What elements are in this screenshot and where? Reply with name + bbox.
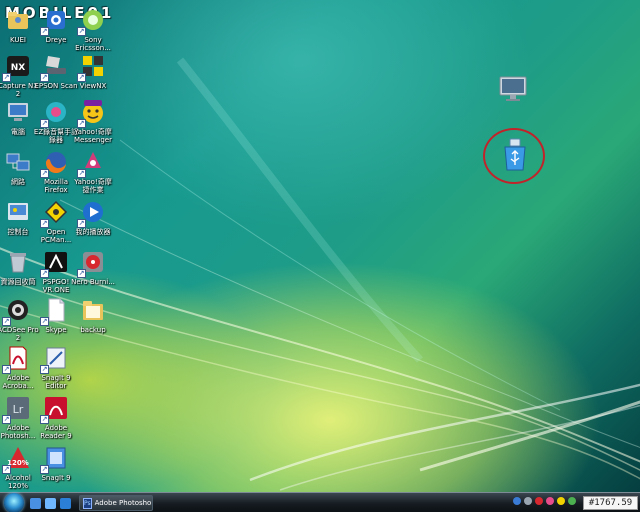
network-icon: [4, 148, 32, 176]
ez-recorder-icon: ↗: [40, 98, 70, 128]
svg-text:Lr: Lr: [13, 403, 24, 416]
taskbar-button-label: Adobe Photoshop ...: [94, 499, 153, 507]
desktop-icon-label: Nero Burni...: [71, 278, 115, 286]
tray-security-icon[interactable]: [535, 497, 543, 505]
quick-launch: [30, 497, 71, 509]
taskbar: Ps Adobe Photoshop ...: [0, 492, 640, 512]
pspgo-icon: ↗: [40, 248, 70, 278]
switch-windows-icon[interactable]: [45, 497, 56, 509]
lightroom-icon: Lr ↗: [2, 394, 32, 424]
desktop-icon-display[interactable]: [490, 74, 536, 104]
desktop-icon-sony-ericsson[interactable]: ↗ Sony Ericsson...: [70, 6, 116, 52]
viewnx-icon: ↗: [77, 52, 107, 82]
capture-nx2-icon: NX ↗: [2, 52, 32, 82]
tray-yahoo-icon[interactable]: [557, 497, 565, 505]
internet-explorer-icon[interactable]: [60, 497, 71, 509]
desktop-icon-label: Yahoo!奇摩 捷作業: [74, 178, 112, 194]
desktop-icon-viewnx[interactable]: ↗ ViewNX: [70, 52, 116, 90]
nero-icon: ↗: [77, 248, 107, 278]
desktop-icon-snagit-editor[interactable]: ↗ SnagIt 9 Editor: [33, 344, 79, 390]
desktop-icon-label: 我的播放器: [75, 228, 111, 236]
desktop-icon-yahoo-messenger[interactable]: ↗ Yahoo!奇摩 Messenger: [70, 98, 116, 144]
photoshop-icon: Ps: [83, 497, 92, 509]
firefox-icon: ↗: [40, 148, 70, 178]
pcman-icon: ↗: [40, 198, 70, 228]
desktop[interactable]: MOBILE01 KUEI ↗ Dreye ↗ Sony Ericsson...…: [0, 0, 640, 512]
control-panel-icon: [4, 198, 32, 226]
desktop-icon-adobe-reader[interactable]: ↗ Adobe Reader 9: [33, 394, 79, 440]
document-icon: ↗: [40, 296, 70, 326]
clock-badge: #1767.59: [583, 496, 638, 510]
yahoo-widget-icon: ↗: [77, 148, 107, 178]
tray-network-icon[interactable]: [524, 497, 532, 505]
epson-scan-icon: ↗: [40, 52, 70, 82]
tray-volume-icon[interactable]: [568, 497, 576, 505]
recycle-bin-icon: [4, 248, 32, 276]
desktop-icon-label: Yahoo!奇摩 Messenger: [73, 128, 112, 144]
alcohol-icon: 120% ↗: [2, 444, 32, 474]
acdsee-icon: ↗: [2, 296, 32, 326]
desktop-icon-yahoo-widget[interactable]: ↗ Yahoo!奇摩 捷作業: [70, 148, 116, 194]
snagit-editor-icon: ↗: [40, 344, 70, 374]
show-desktop-icon[interactable]: [30, 497, 41, 509]
snagit-icon: ↗: [40, 444, 70, 474]
folder-icon: [79, 296, 107, 324]
desktop-icon-backup[interactable]: backup: [70, 296, 116, 334]
start-button[interactable]: [4, 493, 24, 512]
desktop-icon-label: SnagIt 9 Editor: [41, 374, 71, 390]
desktop-icon-media-player[interactable]: ↗ 我的播放器: [70, 198, 116, 236]
system-tray: [513, 497, 576, 505]
desktop-icon-snagit[interactable]: ↗ SnagIt 9: [33, 444, 79, 482]
dreye-icon: ↗: [40, 6, 70, 36]
desktop-icon-label: Adobe Reader 9: [40, 424, 72, 440]
media-player-icon: ↗: [77, 198, 107, 228]
adobe-reader-icon: ↗: [40, 394, 70, 424]
tray-kaspersky-icon[interactable]: [546, 497, 554, 505]
highlight-circle: [483, 128, 545, 184]
desktop-icon-label: Sony Ericsson...: [75, 36, 111, 52]
yahoo-messenger-icon: ↗: [77, 98, 107, 128]
acrobat-icon: ↗: [2, 344, 32, 374]
desktop-icon-label: backup: [80, 326, 106, 334]
tray-help-icon[interactable]: [513, 497, 521, 505]
taskbar-button-photoshop[interactable]: Ps Adobe Photoshop ...: [79, 495, 153, 511]
computer-icon: [4, 98, 32, 126]
desktop-icon-label: ViewNX: [79, 82, 107, 90]
monitor-icon: [498, 74, 528, 104]
sony-ericsson-icon: ↗: [77, 6, 107, 36]
user-folder-icon: [4, 6, 32, 34]
desktop-icon-label: SnagIt 9: [41, 474, 71, 482]
desktop-icon-nero[interactable]: ↗ Nero Burni...: [70, 248, 116, 286]
svg-text:NX: NX: [11, 63, 26, 73]
